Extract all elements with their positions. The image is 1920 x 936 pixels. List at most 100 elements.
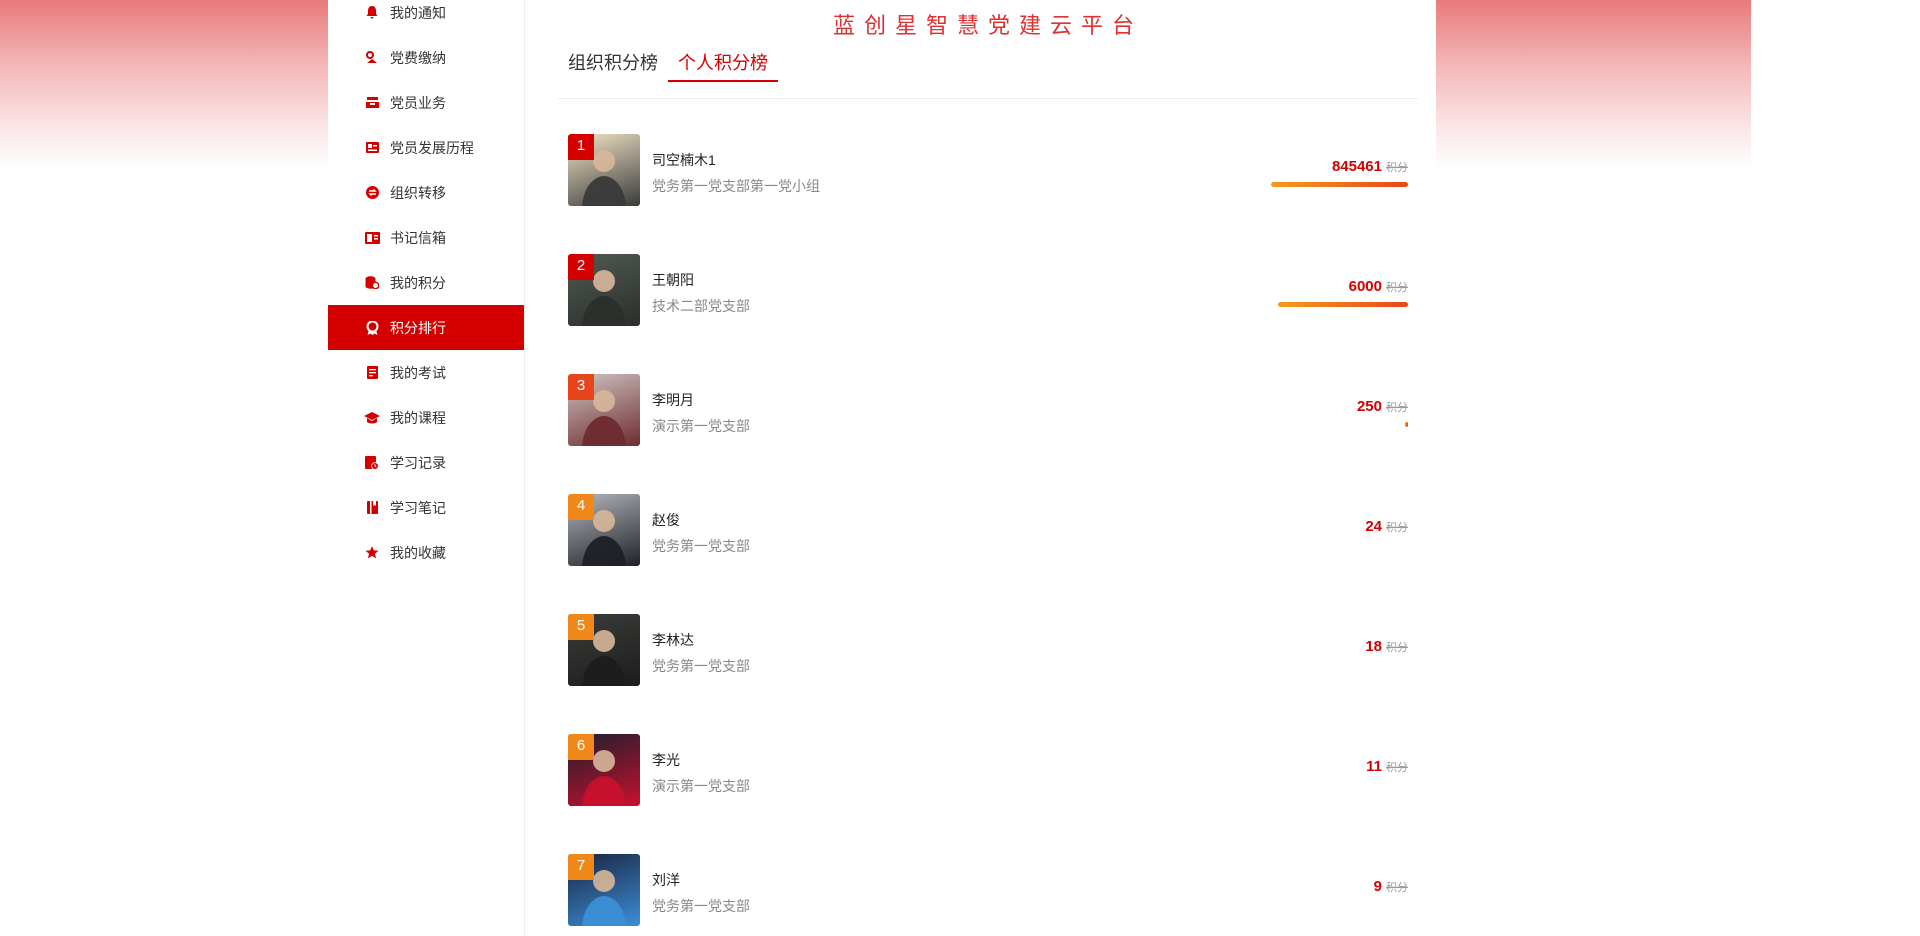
sidebar-item-label: 我的收藏 <box>390 544 446 561</box>
sidebar-item-org-transfer[interactable]: 组织转移 <box>328 170 524 215</box>
sidebar-item-label: 党员业务 <box>390 94 446 111</box>
score-display: 11 积分 <box>1366 758 1408 776</box>
score-value: 24 <box>1365 518 1382 535</box>
notebook-icon <box>364 500 380 516</box>
rank-badge: 3 <box>568 374 594 400</box>
star-icon <box>364 545 380 561</box>
sidebar-item-my-courses[interactable]: 我的课程 <box>328 395 524 440</box>
rank-badge: 5 <box>568 614 594 640</box>
sidebar-item-label: 组织转移 <box>390 184 446 201</box>
score-value: 9 <box>1373 878 1382 895</box>
sidebar-item-notifications[interactable]: 我的通知 <box>328 0 524 35</box>
avatar: 6 <box>568 734 640 806</box>
rank-badge: 7 <box>568 854 594 880</box>
member-branch: 技术二部党支部 <box>652 298 750 314</box>
score-unit: 积分 <box>1386 522 1408 534</box>
coins-icon <box>364 275 380 291</box>
ranking-row[interactable]: 1 司空楠木1 党务第一党支部第一党小组 845461 积分 <box>558 134 1418 206</box>
platform-title: 蓝创星智慧党建云平台 <box>832 14 1143 39</box>
rank-badge: 6 <box>568 734 594 760</box>
sidebar-item-my-exams[interactable]: 我的考试 <box>328 350 524 395</box>
sidebar-item-label: 书记信箱 <box>390 229 446 246</box>
member-branch: 党务第一党支部 <box>652 658 750 674</box>
ranking-row[interactable]: 6 李光演示第一党支部 11 积分 <box>558 734 1418 806</box>
payment-icon <box>364 50 380 66</box>
tab-org-ranking[interactable]: 组织积分榜 <box>558 46 668 80</box>
sidebar-item-label: 党员发展历程 <box>390 139 474 156</box>
score-unit: 积分 <box>1386 282 1408 294</box>
record-icon <box>364 455 380 471</box>
ranking-row[interactable]: 4 赵俊党务第一党支部 24 积分 <box>558 494 1418 566</box>
sidebar-item-label: 学习笔记 <box>390 499 446 516</box>
ranking-row[interactable]: 7 刘洋党务第一党支部 9 积分 <box>558 854 1418 926</box>
score-unit: 积分 <box>1386 642 1408 654</box>
sidebar-item-study-notes[interactable]: 学习笔记 <box>328 485 524 530</box>
member-name: 李明月 <box>652 392 694 408</box>
sidebar-item-my-points[interactable]: 我的积分 <box>328 260 524 305</box>
member-name: 刘洋 <box>652 872 680 888</box>
sidebar-item-label: 积分排行 <box>390 319 446 336</box>
score-value: 6000 <box>1348 278 1382 295</box>
sidebar-item-label: 党费缴纳 <box>390 49 446 66</box>
score-display: 9 积分 <box>1374 878 1408 896</box>
sidebar-item-study-records[interactable]: 学习记录 <box>328 440 524 485</box>
graduation-cap-icon <box>364 410 380 426</box>
member-name: 李光 <box>652 752 680 768</box>
sidebar: 我的通知 党费缴纳 党员业务 党员发展历程 组织转移 书记信箱 我的积分 积分排… <box>328 0 525 936</box>
exam-icon <box>364 365 380 381</box>
bell-icon <box>364 5 380 21</box>
score-display: 845461 积分 <box>1332 158 1408 176</box>
avatar: 7 <box>568 854 640 926</box>
main-content: 蓝创星智慧党建云平台 组织积分榜 个人积分榜 1 司空楠木1 党务第一党支部第一党小… <box>558 0 1418 936</box>
sidebar-item-my-favorites[interactable]: 我的收藏 <box>328 530 524 575</box>
member-name: 李林达 <box>652 632 694 648</box>
ranking-row[interactable]: 2 王朝阳技术二部党支部 6000 积分 <box>558 254 1418 326</box>
ranking-row[interactable]: 3 李明月演示第一党支部 250 积分 <box>558 374 1418 446</box>
score-unit: 积分 <box>1386 402 1408 414</box>
ranking-row[interactable]: 5 李林达党务第一党支部 18 积分 <box>558 614 1418 686</box>
avatar: 1 <box>568 134 640 206</box>
score-value: 250 <box>1356 398 1382 415</box>
ranking-tabs: 组织积分榜 个人积分榜 <box>558 44 1418 99</box>
tray-icon <box>364 95 380 111</box>
avatar: 4 <box>568 494 640 566</box>
member-name: 王朝阳 <box>652 272 694 288</box>
id-card-icon <box>364 140 380 156</box>
page-margin <box>1751 0 1920 170</box>
sidebar-item-development-history[interactable]: 党员发展历程 <box>328 125 524 170</box>
sidebar-item-label: 我的考试 <box>390 364 446 381</box>
score-display: 250 积分 <box>1357 398 1408 416</box>
content-container: 我的通知 党费缴纳 党员业务 党员发展历程 组织转移 书记信箱 我的积分 积分排… <box>328 0 1436 936</box>
sidebar-item-points-ranking[interactable]: 积分排行 <box>328 305 524 350</box>
member-branch: 演示第一党支部 <box>652 418 750 434</box>
member-branch: 党务第一党支部 <box>652 538 750 554</box>
sidebar-item-label: 我的通知 <box>390 4 446 21</box>
score-unit: 积分 <box>1386 762 1408 774</box>
score-value: 18 <box>1365 638 1382 655</box>
sidebar-item-label: 我的课程 <box>390 409 446 426</box>
avatar: 5 <box>568 614 640 686</box>
sidebar-item-label: 学习记录 <box>390 454 446 471</box>
sidebar-item-dues-payment[interactable]: 党费缴纳 <box>328 35 524 80</box>
member-branch: 演示第一党支部 <box>652 778 750 794</box>
score-value: 845461 <box>1331 158 1382 175</box>
rank-badge: 4 <box>568 494 594 520</box>
sidebar-item-member-business[interactable]: 党员业务 <box>328 80 524 125</box>
avatar: 2 <box>568 254 640 326</box>
tab-personal-ranking[interactable]: 个人积分榜 <box>668 46 778 82</box>
mailbox-icon <box>364 230 380 246</box>
member-name: 赵俊 <box>652 512 680 528</box>
member-branch: 党务第一党支部 <box>652 898 750 914</box>
score-progress-bar <box>1405 422 1408 427</box>
member-branch: 党务第一党支部第一党小组 <box>652 178 820 194</box>
score-unit: 积分 <box>1386 162 1408 174</box>
member-name: 司空楠木1 <box>652 152 716 168</box>
score-display: 24 积分 <box>1365 518 1408 536</box>
sidebar-item-secretary-mailbox[interactable]: 书记信箱 <box>328 215 524 260</box>
sidebar-item-label: 我的积分 <box>390 274 446 291</box>
score-display: 6000 积分 <box>1349 278 1408 296</box>
rank-badge: 1 <box>568 134 594 160</box>
avatar: 3 <box>568 374 640 446</box>
rank-badge: 2 <box>568 254 594 280</box>
score-display: 18 积分 <box>1365 638 1408 656</box>
